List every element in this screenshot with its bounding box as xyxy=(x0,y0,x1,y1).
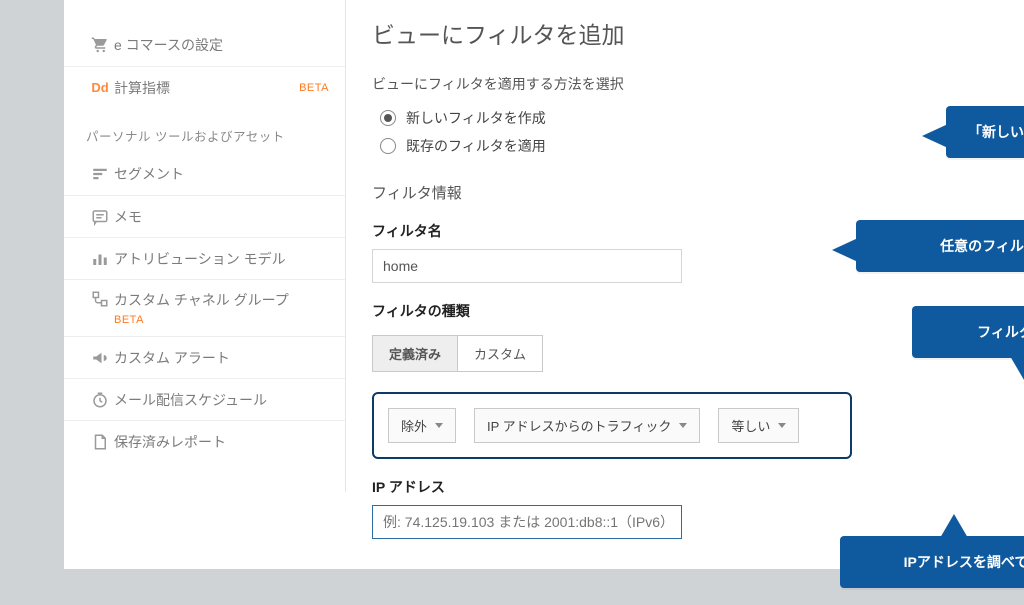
radio-label: 既存のフィルタを適用 xyxy=(406,136,546,156)
radio-icon xyxy=(380,110,396,126)
cart-icon xyxy=(86,36,114,54)
page-title: ビューにフィルタを追加 xyxy=(372,16,998,50)
filter-info-heading: フィルタ情報 xyxy=(372,182,998,203)
clock-icon xyxy=(86,391,114,409)
sidebar-item-custom-alerts[interactable]: カスタム アラート xyxy=(64,336,345,378)
sidebar-section-header: パーソナル ツールおよびアセット xyxy=(64,108,345,153)
document-icon xyxy=(86,433,114,451)
filter-condition-box: 除外 IP アドレスからのトラフィック 等しい xyxy=(372,392,852,459)
sidebar-item-annotations[interactable]: メモ xyxy=(64,195,345,237)
callout-filter-condition: フィルタの条件を設定 xyxy=(912,306,1024,358)
sidebar: e コマースの設定 Dd 計算指標 BETA パーソナル ツールおよびアセット … xyxy=(64,0,346,492)
filter-type-tabs: 定義済み カスタム xyxy=(372,335,543,372)
tab-predefined[interactable]: 定義済み xyxy=(373,336,458,371)
sidebar-item-calc-metrics[interactable]: Dd 計算指標 BETA xyxy=(64,66,345,108)
beta-badge: BETA xyxy=(299,82,329,94)
method-label: ビューにフィルタを適用する方法を選択 xyxy=(372,74,998,94)
sidebar-item-ecommerce-settings[interactable]: e コマースの設定 xyxy=(64,24,345,66)
ip-address-label: IP アドレス xyxy=(372,477,998,497)
bars-icon xyxy=(86,250,114,268)
sidebar-item-custom-channel-groups[interactable]: カスタム チャネル グループ BETA xyxy=(64,279,345,336)
sidebar-item-attribution-models[interactable]: アトリビューション モデル xyxy=(64,237,345,279)
ip-address-input[interactable] xyxy=(372,505,682,539)
dropdown-value: 等しい xyxy=(731,416,770,435)
filter-type-label: フィルタの種類 xyxy=(372,301,998,321)
chevron-down-icon xyxy=(435,423,443,428)
main-content: ビューにフィルタを追加 ビューにフィルタを適用する方法を選択 新しいフィルタを作… xyxy=(346,0,1024,569)
sidebar-item-segments[interactable]: セグメント xyxy=(64,153,345,195)
callout-text: 「新しいフィルタを作成」で選択 xyxy=(968,124,1024,140)
sidebar-item-label: カスタム アラート xyxy=(114,348,329,368)
sidebar-item-label: 計算指標 xyxy=(114,78,293,98)
callout-tail-icon xyxy=(832,238,858,262)
flow-icon xyxy=(86,290,114,308)
chevron-down-icon xyxy=(778,423,786,428)
sidebar-item-label: セグメント xyxy=(114,164,329,184)
sidebar-item-email-schedules[interactable]: メール配信スケジュール xyxy=(64,378,345,420)
filter-expression-dropdown[interactable]: 等しい xyxy=(718,408,799,443)
dd-icon: Dd xyxy=(86,80,114,95)
callout-text: IPアドレスを調べて入力（後から変えられる） xyxy=(904,554,1024,570)
radio-icon xyxy=(380,138,396,154)
callout-ip-input: IPアドレスを調べて入力（後から変えられる） xyxy=(840,536,1024,588)
sidebar-item-label: カスタム チャネル グループ xyxy=(114,290,289,310)
callout-create-new: 「新しいフィルタを作成」で選択 xyxy=(946,106,1024,158)
dropdown-value: 除外 xyxy=(401,416,427,435)
note-icon xyxy=(86,208,114,226)
callout-tail-icon xyxy=(922,124,948,148)
filter-action-dropdown[interactable]: 除外 xyxy=(388,408,456,443)
beta-badge: BETA xyxy=(114,314,289,326)
sidebar-item-label: アトリビューション モデル xyxy=(114,249,329,269)
chevron-down-icon xyxy=(679,423,687,428)
sidebar-item-label: メモ xyxy=(114,207,329,227)
callout-text: フィルタの条件を設定 xyxy=(977,324,1024,340)
callout-filter-name: 任意のフィルタ名（後から変えられる） xyxy=(856,220,1024,272)
megaphone-icon xyxy=(86,349,114,367)
sidebar-item-label: e コマースの設定 xyxy=(114,35,329,55)
filter-source-dropdown[interactable]: IP アドレスからのトラフィック xyxy=(474,408,700,443)
callout-text: 任意のフィルタ名（後から変えられる） xyxy=(940,238,1024,254)
segments-icon xyxy=(86,165,114,183)
tab-custom[interactable]: カスタム xyxy=(458,336,542,371)
radio-label: 新しいフィルタを作成 xyxy=(406,108,546,128)
sidebar-item-label: 保存済みレポート xyxy=(114,432,329,452)
callout-tail-icon xyxy=(940,514,968,538)
filter-name-input[interactable] xyxy=(372,249,682,283)
radio-apply-existing-filter[interactable]: 既存のフィルタを適用 xyxy=(380,136,998,156)
callout-tail-icon xyxy=(1010,356,1024,380)
sidebar-item-label: メール配信スケジュール xyxy=(114,390,329,410)
dropdown-value: IP アドレスからのトラフィック xyxy=(487,416,671,435)
radio-create-new-filter[interactable]: 新しいフィルタを作成 xyxy=(380,108,998,128)
sidebar-item-saved-reports[interactable]: 保存済みレポート xyxy=(64,420,345,462)
